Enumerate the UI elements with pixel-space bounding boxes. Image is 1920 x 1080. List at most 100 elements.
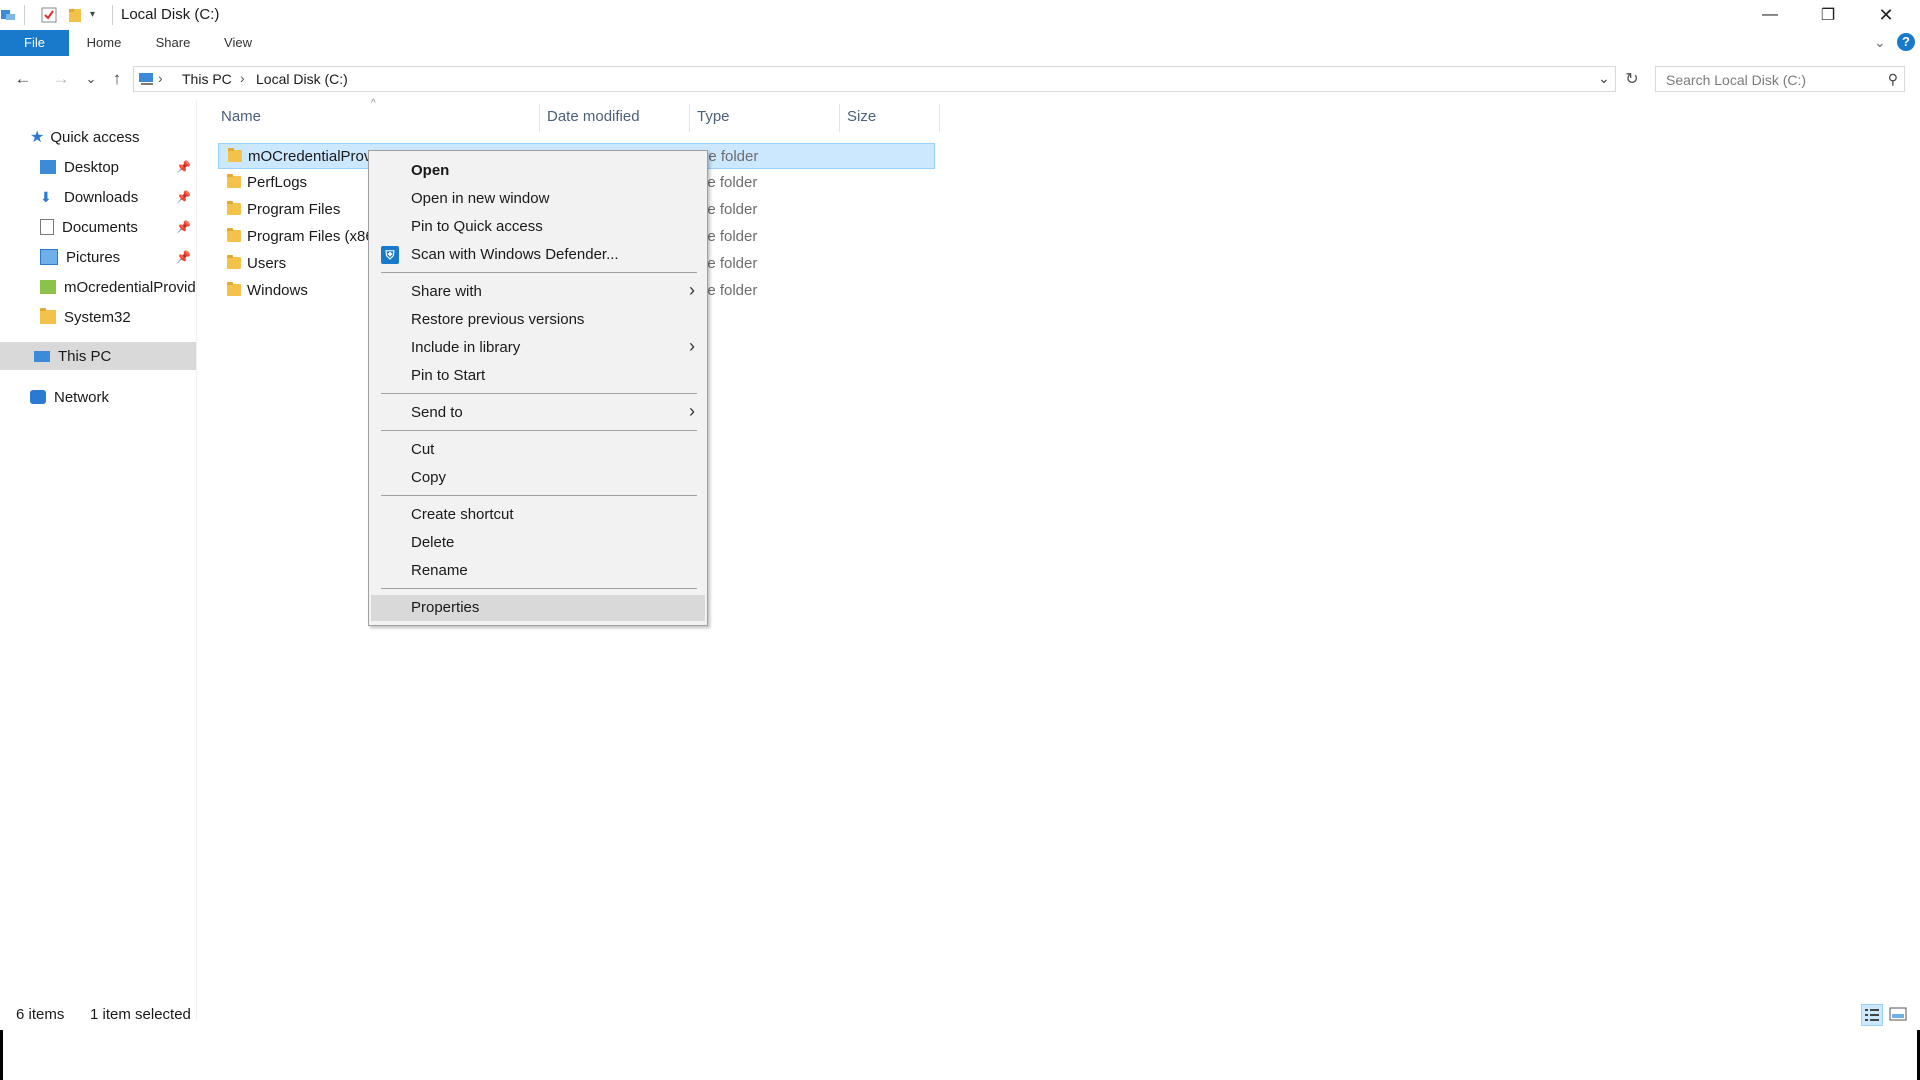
search-box[interactable]: ⚲ — [1655, 66, 1905, 92]
search-icon[interactable]: ⚲ — [1888, 71, 1898, 88]
menu-item-rename[interactable]: Rename — [371, 558, 705, 584]
menu-item-share-with[interactable]: Share with › — [371, 279, 705, 305]
address-dropdown-icon[interactable]: ⌄ — [1598, 70, 1610, 87]
menu-separator — [381, 272, 697, 273]
breadcrumb-local-disk[interactable]: Local Disk (C:) — [256, 71, 348, 87]
forward-button[interactable]: → — [48, 66, 74, 92]
column-header-size[interactable]: Size — [847, 108, 876, 125]
nav-network[interactable]: Network — [30, 383, 196, 411]
menu-item-delete[interactable]: Delete — [371, 530, 705, 556]
menu-label: Share with — [411, 283, 482, 300]
menu-label: Copy — [411, 469, 447, 486]
breadcrumb-separator[interactable]: › — [240, 70, 245, 86]
file-type: le folder — [705, 148, 759, 165]
pin-icon[interactable]: 📌 — [176, 190, 191, 204]
menu-item-pin-start[interactable]: Pin to Start — [371, 363, 705, 389]
details-view-button[interactable] — [1861, 1004, 1883, 1026]
menu-label: Send to — [411, 404, 463, 421]
nav-item-desktop[interactable]: Desktop — [40, 153, 196, 181]
nav-label: Quick access — [50, 128, 140, 146]
qat-divider — [24, 5, 25, 25]
back-button[interactable]: ← — [10, 66, 36, 92]
pin-icon[interactable]: 📌 — [176, 220, 191, 234]
menu-item-send-to[interactable]: Send to › — [371, 400, 705, 426]
large-icons-view-button[interactable] — [1888, 1004, 1910, 1026]
menu-item-open[interactable]: Open — [371, 158, 705, 184]
column-header-date-modified[interactable]: Date modified — [547, 108, 640, 125]
pin-icon[interactable]: 📌 — [176, 250, 191, 264]
taskbar-area — [0, 1030, 1920, 1080]
menu-item-create-shortcut[interactable]: Create shortcut — [371, 502, 705, 528]
tab-share[interactable]: Share — [148, 30, 198, 56]
nav-item-documents[interactable]: Documents — [40, 213, 196, 241]
nav-this-pc[interactable]: This PC — [0, 342, 196, 370]
explorer-icon[interactable] — [0, 7, 16, 23]
minimize-button[interactable]: — — [1741, 0, 1799, 30]
menu-label: Properties — [411, 599, 480, 616]
download-icon: ⬇ — [40, 189, 52, 205]
menu-item-open-new-window[interactable]: Open in new window — [371, 186, 705, 212]
title-divider — [112, 5, 113, 25]
breadcrumb-this-pc[interactable]: This PC — [182, 71, 232, 87]
nav-quick-access[interactable]: ★ Quick access — [30, 123, 196, 151]
column-divider[interactable] — [689, 104, 690, 132]
address-row: ← → ⌄ ↑ › This PC › Local Disk (C:) ⌄ ↻ … — [0, 64, 1920, 94]
search-input[interactable] — [1664, 68, 1868, 92]
folder-icon — [40, 308, 56, 324]
menu-item-restore-versions[interactable]: Restore previous versions — [371, 307, 705, 333]
close-button[interactable]: ✕ — [1857, 0, 1915, 30]
expand-ribbon-icon[interactable]: ⌄ — [1874, 34, 1886, 51]
menu-separator — [381, 393, 697, 394]
refresh-button[interactable]: ↻ — [1619, 66, 1645, 92]
up-button[interactable]: ↑ — [104, 66, 130, 92]
ribbon-tabs: File Home Share View ⌄ ? — [0, 30, 1920, 56]
nav-label: Desktop — [64, 158, 120, 176]
menu-item-include-library[interactable]: Include in library › — [371, 335, 705, 361]
column-header-type[interactable]: Type — [697, 108, 730, 125]
pin-icon[interactable]: 📌 — [176, 160, 191, 174]
tab-view[interactable]: View — [214, 30, 262, 56]
desktop-icon — [40, 160, 56, 174]
pane-divider[interactable] — [196, 100, 197, 1020]
file-type: le folder — [704, 201, 758, 218]
this-pc-icon — [138, 71, 156, 92]
column-divider[interactable] — [839, 104, 840, 132]
tab-home[interactable]: Home — [78, 30, 130, 56]
menu-label: Cut — [411, 441, 435, 458]
menu-label: Create shortcut — [411, 506, 514, 523]
column-divider[interactable] — [939, 104, 940, 132]
defender-shield-icon: ⛨ — [381, 246, 399, 264]
nav-item-downloads[interactable]: ⬇ Downloads — [40, 183, 196, 211]
address-bar[interactable]: › This PC › Local Disk (C:) ⌄ — [133, 66, 1616, 92]
menu-label: Pin to Start — [411, 367, 486, 384]
breadcrumb-separator[interactable]: › — [158, 70, 163, 86]
folder-icon — [227, 174, 241, 188]
customize-qat-icon[interactable]: ▾ — [90, 9, 106, 25]
menu-item-copy[interactable]: Copy — [371, 465, 705, 491]
menu-item-cut[interactable]: Cut — [371, 437, 705, 463]
recent-locations-button[interactable]: ⌄ — [78, 66, 104, 92]
nav-label: mOcredentialProvid — [64, 278, 196, 296]
file-type: le folder — [704, 174, 758, 191]
column-divider[interactable] — [539, 104, 540, 132]
menu-label: Scan with Windows Defender... — [411, 246, 619, 263]
menu-item-scan-defender[interactable]: ⛨ Scan with Windows Defender... — [371, 242, 705, 268]
nav-item-mocredentialprovid[interactable]: mOcredentialProvid — [40, 273, 196, 301]
menu-label: Delete — [411, 534, 455, 551]
column-header-name[interactable]: Name — [221, 108, 261, 125]
file-type: le folder — [704, 282, 758, 299]
menu-label: Include in library — [411, 339, 521, 356]
nav-label: Downloads — [64, 188, 139, 206]
menu-item-properties[interactable]: Properties — [371, 595, 705, 621]
nav-item-pictures[interactable]: Pictures — [40, 243, 196, 271]
nav-label: System32 — [64, 308, 131, 326]
nav-item-system32[interactable]: System32 — [40, 303, 196, 331]
menu-label: Rename — [411, 562, 468, 579]
navigation-pane: ★ Quick access Desktop 📌 ⬇ Downloads 📌 D… — [0, 100, 196, 1000]
properties-icon[interactable] — [41, 7, 57, 23]
maximize-button[interactable]: ❐ — [1799, 0, 1857, 30]
tab-file[interactable]: File — [0, 30, 69, 56]
help-icon[interactable]: ? — [1897, 33, 1915, 51]
new-folder-icon[interactable] — [67, 7, 83, 23]
menu-item-pin-quick-access[interactable]: Pin to Quick access — [371, 214, 705, 240]
